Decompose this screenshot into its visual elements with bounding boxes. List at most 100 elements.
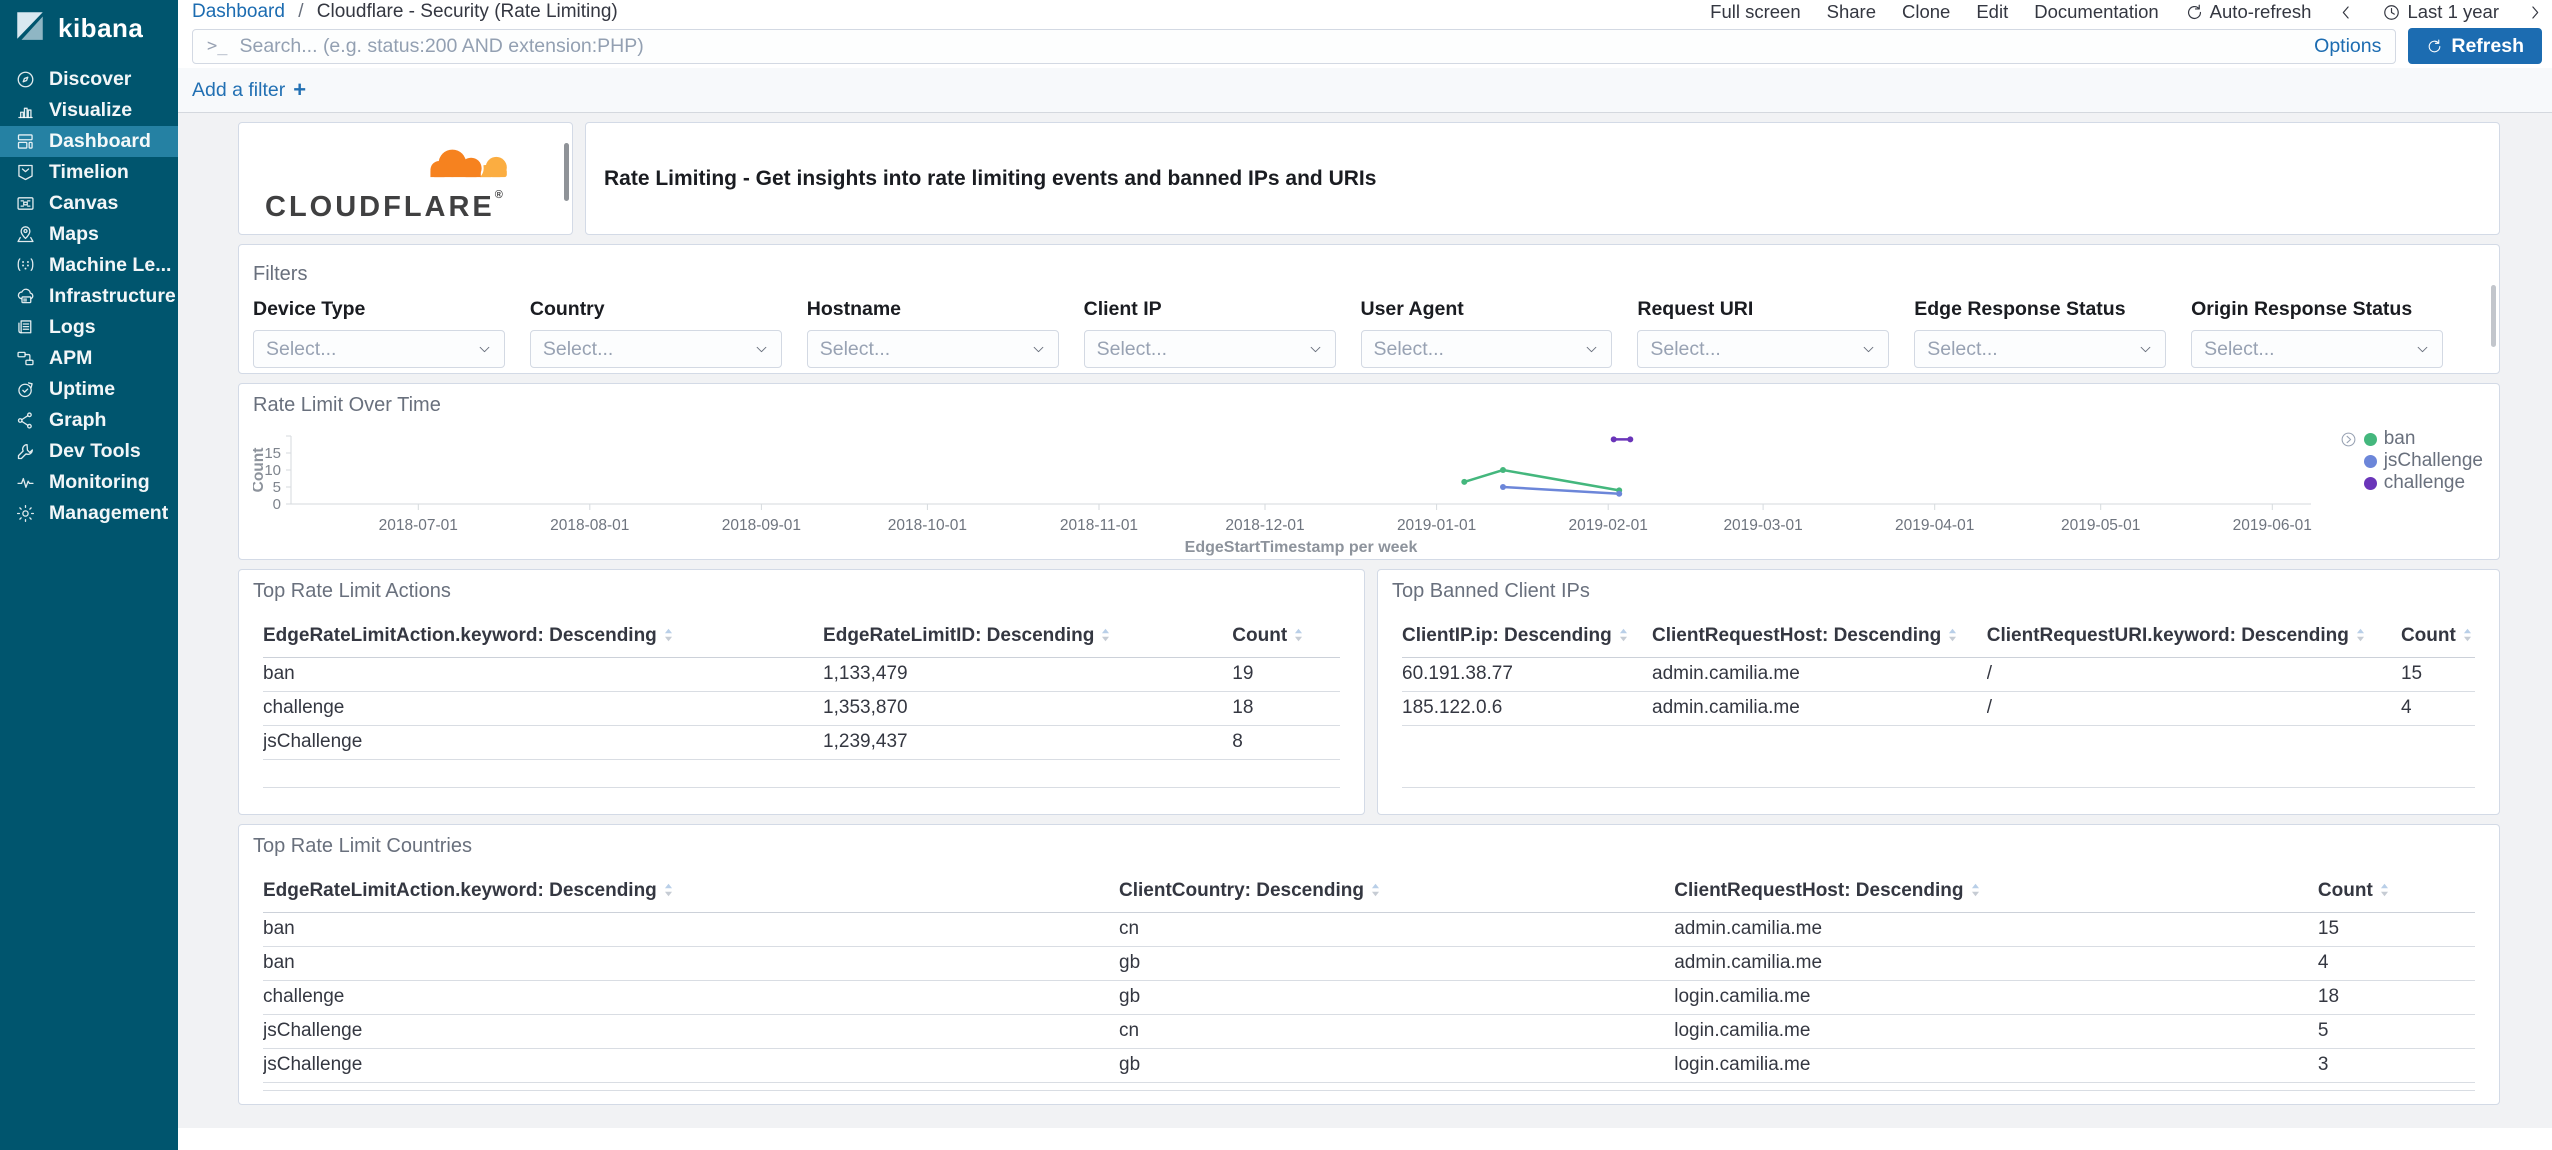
sidebar-item-canvas[interactable]: Canvas bbox=[0, 188, 178, 219]
sidebar-item-label: Timelion bbox=[49, 161, 129, 183]
legend-toggle-icon[interactable] bbox=[2340, 431, 2357, 448]
panel-scrollbar[interactable] bbox=[2491, 285, 2496, 347]
filter-label: Request URI bbox=[1637, 298, 1754, 320]
top-rate-limit-countries-panel: Top Rate Limit Countries EdgeRateLimitAc… bbox=[238, 824, 2500, 1105]
svg-text:2019-04-01: 2019-04-01 bbox=[1895, 517, 1974, 534]
sidebar-item-dev-tools[interactable]: Dev Tools bbox=[0, 436, 178, 467]
top-rate-limit-actions-panel: Top Rate Limit Actions EdgeRateLimitActi… bbox=[238, 569, 1365, 815]
sidebar-item-uptime[interactable]: Uptime bbox=[0, 374, 178, 405]
sidebar-item-discover[interactable]: Discover bbox=[0, 64, 178, 95]
kibana-logo[interactable]: kibana bbox=[0, 0, 178, 56]
breadcrumb-separator: / bbox=[298, 1, 304, 22]
sidebar-item-label: Maps bbox=[49, 223, 99, 245]
filter-select-hostname[interactable]: Select... bbox=[806, 330, 1059, 368]
column-header-count[interactable]: Count bbox=[2317, 874, 2475, 913]
column-header-clientrequesthost-descending[interactable]: ClientRequestHost: Descending bbox=[1652, 619, 1987, 658]
select-placeholder: Select... bbox=[266, 337, 337, 360]
add-filter-link[interactable]: Add a filter + bbox=[192, 77, 306, 103]
table-cell: admin.camilia.me bbox=[1652, 691, 1987, 726]
menu-full-screen[interactable]: Full screen bbox=[1710, 1, 1800, 23]
kibana-logo-text: kibana bbox=[58, 12, 144, 43]
chevron-down-icon bbox=[1031, 342, 1046, 357]
legend-item-challenge[interactable]: challenge bbox=[2340, 472, 2483, 494]
dashboard-description: Rate Limiting - Get insights into rate l… bbox=[604, 166, 1377, 190]
time-forward-button[interactable] bbox=[2525, 3, 2544, 22]
filter-select-country[interactable]: Select... bbox=[529, 330, 782, 368]
column-header-edgeratelimitid-descending[interactable]: EdgeRateLimitID: Descending bbox=[823, 619, 1233, 658]
table-row: 185.122.0.6 admin.camilia.me/4 bbox=[1402, 691, 2475, 726]
top-banned-client-ips-table: ClientIP.ip: Descending ClientRequestHost… bbox=[1402, 619, 2475, 726]
refresh-button[interactable]: Refresh bbox=[2408, 28, 2542, 64]
time-back-button[interactable] bbox=[2337, 3, 2356, 22]
filter-select-user-agent[interactable]: Select... bbox=[1360, 330, 1613, 368]
breadcrumb-dashboard-link[interactable]: Dashboard bbox=[192, 1, 285, 22]
column-header-edgeratelimitaction-keyword-descending[interactable]: EdgeRateLimitAction.keyword: Descending bbox=[263, 874, 1120, 913]
cloudflare-logo-panel: CLOUDFLARE® bbox=[238, 122, 573, 235]
sort-icon bbox=[663, 882, 674, 898]
sidebar-item-visualize[interactable]: Visualize bbox=[0, 95, 178, 126]
table-cell: 60.191.38.77 bbox=[1402, 657, 1652, 692]
table-cell: ban bbox=[263, 946, 1120, 981]
sort-icon bbox=[1618, 627, 1629, 643]
panel-title: Top Banned Client IPs bbox=[1392, 580, 1590, 602]
menu-edit[interactable]: Edit bbox=[1976, 1, 2008, 23]
filters-panel: Filters Device Type Select... Country Selec… bbox=[238, 244, 2500, 374]
sidebar-item-logs[interactable]: Logs bbox=[0, 312, 178, 343]
menu-documentation[interactable]: Documentation bbox=[2034, 1, 2158, 23]
table-cell: ban bbox=[263, 657, 824, 692]
dashboard-icon bbox=[15, 131, 36, 152]
options-link[interactable]: Options bbox=[2314, 35, 2381, 58]
sidebar-item-infrastructure[interactable]: Infrastructure bbox=[0, 281, 178, 312]
svg-text:EdgeStartTimestamp per week: EdgeStartTimestamp per week bbox=[1185, 539, 1418, 556]
filter-select-device-type[interactable]: Select... bbox=[253, 330, 505, 368]
table-cell: 1,133,479 bbox=[823, 657, 1233, 692]
sidebar-item-graph[interactable]: Graph bbox=[0, 405, 178, 436]
filter-field-edge-response-status: Edge Response Status Select... bbox=[1914, 298, 2167, 368]
auto-refresh-button[interactable]: Auto-refresh bbox=[2185, 1, 2311, 23]
column-header-count[interactable]: Count bbox=[1232, 619, 1340, 658]
table-row: challenge 1,353,870 18 bbox=[263, 691, 1340, 726]
sidebar-item-dashboard[interactable]: Dashboard bbox=[0, 126, 178, 157]
sidebar: kibana Discover Visualize Dashboard Timelio… bbox=[0, 0, 178, 1150]
chart-legend: ban jsChallenge challenge bbox=[2340, 428, 2483, 494]
sidebar-item-monitoring[interactable]: Monitoring bbox=[0, 467, 178, 498]
legend-item-ban[interactable]: ban bbox=[2340, 428, 2483, 450]
menu-share[interactable]: Share bbox=[1827, 1, 1876, 23]
filter-select-client-ip[interactable]: Select... bbox=[1083, 330, 1336, 368]
sidebar-item-management[interactable]: Management bbox=[0, 498, 178, 529]
maps-icon bbox=[15, 224, 36, 245]
panel-scrollbar[interactable] bbox=[564, 143, 569, 201]
rate-limit-line-chart: 0510152018-07-01 2018-08-01 2018-09-01 2018… bbox=[253, 435, 2312, 556]
column-header-edgeratelimitaction-keyword-descending[interactable]: EdgeRateLimitAction.keyword: Descending bbox=[263, 619, 824, 658]
table-cell: jsChallenge bbox=[263, 725, 824, 760]
filter-select-edge-response-status[interactable]: Select... bbox=[1914, 330, 2167, 368]
chevron-down-icon bbox=[2415, 342, 2430, 357]
column-header-clientip-ip-descending[interactable]: ClientIP.ip: Descending bbox=[1402, 619, 1652, 658]
sidebar-item-machine-le[interactable]: Machine Le... bbox=[0, 250, 178, 281]
sidebar-item-maps[interactable]: Maps bbox=[0, 219, 178, 250]
column-header-clientrequesturi-keyword-descending[interactable]: ClientRequestURI.keyword: Descending bbox=[1986, 619, 2401, 658]
machine-learning-icon bbox=[15, 255, 36, 276]
logs-icon bbox=[15, 317, 36, 338]
table-row: jsChallenge 1,239,437 8 bbox=[263, 725, 1340, 760]
column-header-clientrequesthost-descending[interactable]: ClientRequestHost: Descending bbox=[1674, 874, 2318, 913]
menu-clone[interactable]: Clone bbox=[1902, 1, 1950, 23]
filters-panel-title: Filters bbox=[253, 263, 308, 285]
column-header-clientcountry-descending[interactable]: ClientCountry: Descending bbox=[1119, 874, 1675, 913]
filter-select-request-uri[interactable]: Select... bbox=[1637, 330, 1890, 368]
svg-text:2018-08-01: 2018-08-01 bbox=[550, 517, 629, 534]
column-header-count[interactable]: Count bbox=[2400, 619, 2475, 658]
sidebar-item-apm[interactable]: APM bbox=[0, 343, 178, 374]
chevron-left-icon bbox=[2337, 3, 2356, 22]
chevron-down-icon bbox=[477, 342, 492, 357]
table-cell: 5 bbox=[2317, 1014, 2475, 1049]
svg-text:2018-12-01: 2018-12-01 bbox=[1225, 517, 1304, 534]
search-input[interactable] bbox=[239, 34, 2301, 58]
table-row: jsChallenge gb login.camilia.me 3 bbox=[263, 1048, 2475, 1083]
time-range-button[interactable]: Last 1 year bbox=[2382, 1, 2499, 23]
sidebar-item-timelion[interactable]: Timelion bbox=[0, 157, 178, 188]
filter-select-origin-response-status[interactable]: Select... bbox=[2191, 330, 2443, 368]
legend-item-jschallenge[interactable]: jsChallenge bbox=[2340, 450, 2483, 472]
legend-label: ban bbox=[2383, 428, 2416, 449]
filter-field-user-agent: User Agent Select... bbox=[1360, 298, 1613, 368]
